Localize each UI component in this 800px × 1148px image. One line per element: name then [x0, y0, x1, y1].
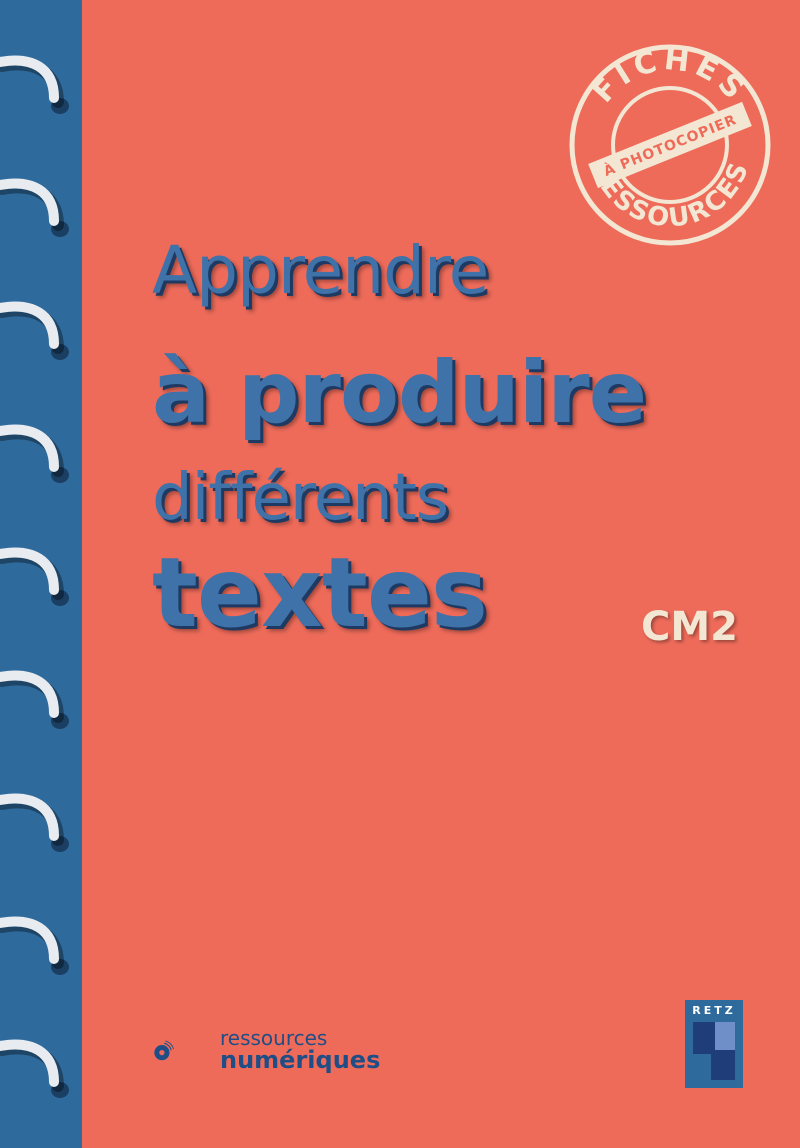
- publisher-name: RETZ: [692, 1004, 736, 1017]
- grade-level-label: CM2: [641, 604, 738, 650]
- spiral-coil: [0, 670, 69, 729]
- spiral-coil: [0, 301, 69, 360]
- stamp-logo: FICHES RESSOURCES À PHOTOCOPIER: [569, 42, 771, 246]
- title-line-2: à produire: [152, 343, 647, 443]
- spiral-coil: [0, 547, 69, 606]
- spiral-coil: [0, 178, 69, 237]
- title-line-1: Apprendre: [152, 232, 489, 309]
- spiral-coil: [0, 1039, 69, 1098]
- digital-resources-line-2: numériques: [220, 1046, 381, 1074]
- digital-resources-logo: [154, 1040, 175, 1061]
- title-line-3: différents: [152, 461, 449, 535]
- spiral-coil: [0, 55, 69, 114]
- svg-text:À PHOTOCOPIER: À PHOTOCOPIER: [601, 111, 739, 180]
- spiral-coil: [0, 916, 69, 975]
- spiral-coil: [0, 793, 69, 852]
- spiral-coil: [0, 424, 69, 483]
- title-line-4: textes: [152, 537, 488, 649]
- svg-text:FICHES: FICHES: [586, 42, 755, 110]
